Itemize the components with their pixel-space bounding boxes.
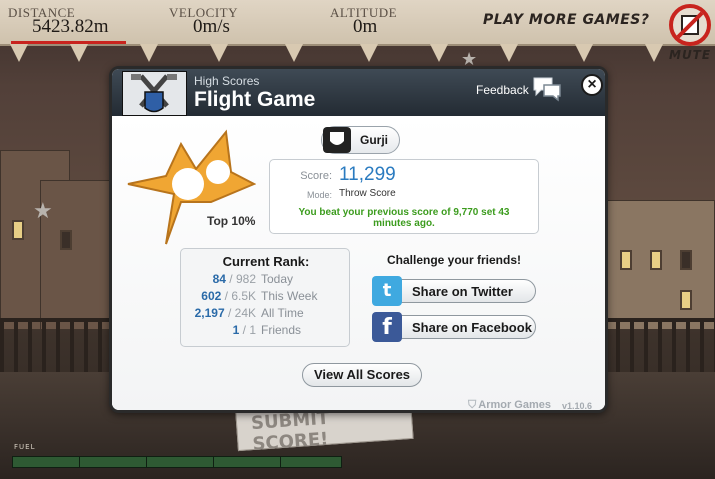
rank-period: Friends (261, 323, 302, 337)
house-window (60, 230, 72, 250)
star-decoration: ★ (33, 198, 53, 223)
house-window (680, 250, 692, 270)
armor-games-brand[interactable]: ⛉ Armor Games (468, 399, 551, 411)
rank-period: Today (261, 272, 294, 286)
user-name: Gurji (360, 133, 389, 147)
rank-period: This Week (261, 289, 318, 303)
mute-icon (669, 4, 711, 46)
mute-label: MUTE (669, 48, 712, 62)
version-label: v1.10.6 (562, 401, 593, 411)
rank-period: All Time (261, 306, 304, 320)
speech-bubble-icon[interactable] (532, 76, 562, 102)
rank-title: Current Rank: (222, 254, 310, 269)
shield-avatar-icon (323, 127, 351, 153)
house-window (650, 250, 662, 270)
score-card: Score: 11,299 Mode: Throw Score You beat… (269, 159, 539, 234)
score-value: 11,299 (339, 164, 396, 185)
distance-value: 5423.82m (32, 16, 109, 37)
view-all-scores-button[interactable]: View All Scores (302, 363, 422, 387)
armor-shield-icon: ⛉ (468, 399, 477, 411)
mode-label: Mode: (306, 190, 332, 200)
high-scores-dialog: High Scores Flight Game Feedback × Top 1… (109, 66, 608, 413)
house-window (620, 250, 632, 270)
game-thumbnail-icon (122, 71, 187, 116)
dialog-title: Flight Game (194, 88, 316, 111)
altitude-value: 0m (353, 16, 378, 37)
fuel-gauge: FUEL (8, 440, 343, 472)
rank-row-week: 602 / 6.5K This Week (181, 289, 351, 305)
challenge-friends-title: Challenge your friends! (386, 253, 522, 267)
beat-previous-message: You beat your previous score of 9,770 se… (298, 207, 510, 229)
share-facebook-label: Share on Facebook (412, 320, 532, 335)
share-twitter-label: Share on Twitter (412, 284, 513, 299)
rank-value: 84 / 982 (212, 272, 256, 286)
share-twitter-button[interactable]: t Share on Twitter (372, 276, 536, 306)
share-facebook-button[interactable]: f Share on Facebook (372, 312, 536, 342)
fuel-label: FUEL (14, 443, 36, 451)
house-window (680, 290, 692, 310)
facebook-icon: f (372, 312, 402, 342)
fuel-fill (13, 457, 341, 467)
mode-value: Throw Score (339, 188, 396, 199)
rank-row-today: 84 / 982 Today (181, 272, 351, 288)
rank-value: 2,197 / 24K (194, 306, 256, 320)
feedback-link[interactable]: Feedback (476, 83, 529, 97)
distance-underline (11, 41, 126, 44)
velocity-value: 0m/s (193, 16, 230, 37)
play-more-games-link[interactable]: PLAY MORE GAMES? (483, 12, 650, 28)
twitter-icon: t (372, 276, 402, 306)
rank-value: 1 / 1 (232, 323, 256, 337)
dialog-body: Top 10% Gurji Score: 11,299 Mode: Throw … (112, 116, 605, 410)
crown-icon (126, 124, 257, 249)
rank-row-alltime: 2,197 / 24K All Time (181, 306, 351, 322)
dialog-subtitle: High Scores (194, 74, 260, 88)
dialog-header: High Scores Flight Game Feedback × (112, 69, 605, 116)
rank-row-friends: 1 / 1 Friends (181, 323, 351, 339)
user-profile-button[interactable]: Gurji (321, 126, 400, 154)
top-percent-badge: Top 10% (207, 214, 256, 228)
house-window (12, 220, 24, 240)
rank-value: 602 / 6.5K (201, 289, 256, 303)
close-icon[interactable]: × (581, 74, 603, 96)
score-label: Score: (300, 170, 332, 182)
mute-button[interactable]: MUTE (667, 2, 713, 64)
current-rank-card: Current Rank: 84 / 982 Today 602 / 6.5K … (180, 248, 350, 347)
fuel-bar (12, 456, 342, 468)
